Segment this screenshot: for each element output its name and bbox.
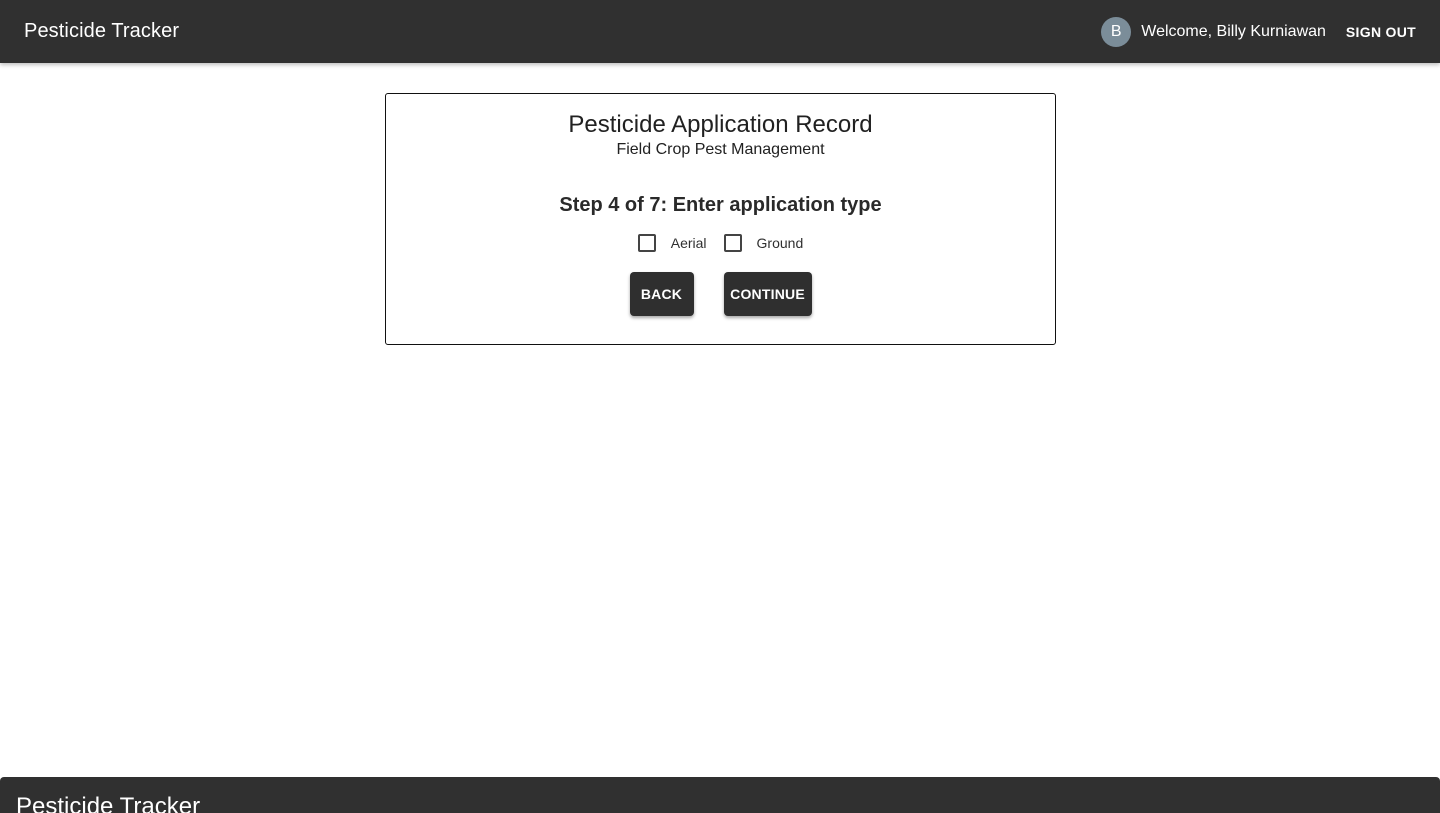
continue-button[interactable]: CONTINUE — [723, 272, 812, 316]
ground-checkbox[interactable] — [723, 234, 742, 252]
footer-title: Pesticide Tracker — [16, 793, 201, 813]
record-subtitle: Field Crop Pest Management — [616, 141, 825, 158]
footer-bar: Pesticide Tracker — [0, 777, 1440, 813]
back-button[interactable]: BACK — [629, 272, 694, 316]
ground-label[interactable]: Ground — [757, 235, 804, 251]
aerial-checkbox[interactable] — [637, 234, 656, 252]
aerial-label[interactable]: Aerial — [671, 235, 707, 251]
aerial-option[interactable]: Aerial — [637, 234, 707, 252]
app-title: Pesticide Tracker — [24, 20, 180, 42]
application-record-card: Pesticide Application Record Field Crop … — [385, 93, 1056, 345]
sign-out-button[interactable]: SIGN OUT — [1338, 16, 1424, 48]
application-type-options: Aerial Ground — [386, 233, 1055, 253]
step-actions: BACK CONTINUE — [386, 272, 1055, 316]
record-title: Pesticide Application Record — [568, 111, 873, 138]
app-bar: Pesticide Tracker B Welcome, Billy Kurni… — [0, 0, 1440, 63]
welcome-text: Welcome, Billy Kurniawan — [1141, 22, 1326, 40]
step-heading: Step 4 of 7: Enter application type — [559, 194, 882, 216]
ground-option[interactable]: Ground — [723, 234, 804, 252]
user-avatar: B — [1101, 16, 1132, 47]
